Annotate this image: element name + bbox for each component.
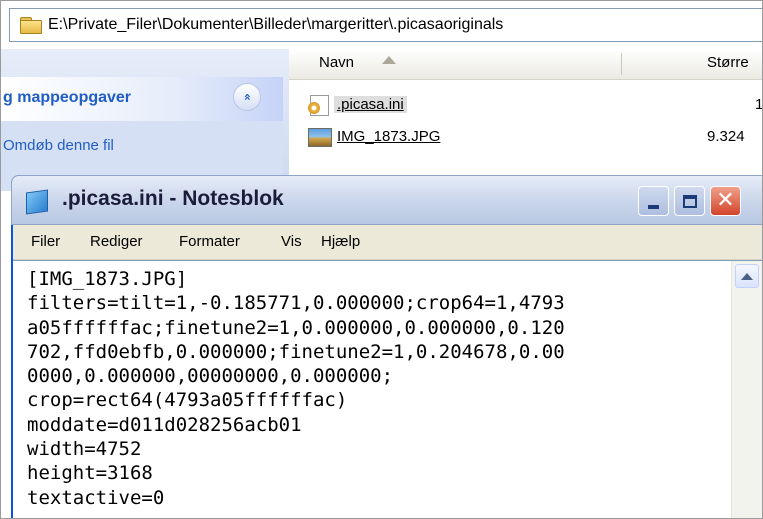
jpeg-image-icon (307, 126, 332, 148)
column-header: Navn Større (289, 49, 762, 80)
close-icon: ✕ (716, 188, 735, 213)
address-path[interactable]: E:\Private_Filer\Dokumenter\Billeder\mar… (48, 16, 503, 34)
maximize-icon (682, 194, 697, 208)
menu-help[interactable]: Hjælp (321, 233, 360, 250)
column-divider[interactable] (621, 53, 622, 75)
screenshot-frame: E:\Private_Filer\Dokumenter\Billeder\mar… (0, 0, 763, 519)
collapse-chevron-icon[interactable]: » (233, 83, 261, 111)
ini-settings-icon (307, 94, 331, 116)
editor-content[interactable]: [IMG_1873.JPG] filters=tilt=1,-0.185771,… (27, 267, 727, 510)
rename-file-link[interactable]: Omdøb denne fil (3, 137, 114, 154)
menu-format[interactable]: Formater (179, 233, 240, 250)
menu-file[interactable]: Filer (31, 233, 60, 250)
vertical-scrollbar[interactable] (731, 261, 762, 518)
file-size: 9.324 (707, 128, 745, 145)
file-row[interactable]: IMG_1873.JPG 9.324 (289, 123, 762, 151)
close-button[interactable]: ✕ (710, 186, 741, 216)
scroll-up-button[interactable] (735, 264, 759, 288)
column-size-header[interactable]: Større (707, 54, 749, 71)
notepad-title-bar[interactable]: .picasa.ini - Notesblok ✕ (11, 175, 762, 225)
menu-bar: Filer Rediger Formater Vis Hjælp (13, 225, 762, 260)
file-row[interactable]: .picasa.ini 1 (289, 91, 763, 119)
folder-icon (20, 17, 42, 34)
column-name-header[interactable]: Navn (319, 54, 354, 71)
menu-edit[interactable]: Rediger (90, 233, 143, 250)
task-pane-title[interactable]: g mappeopgaver (3, 89, 131, 107)
arrow-up-icon (741, 272, 753, 280)
file-size: 1 (755, 96, 763, 113)
file-name[interactable]: .picasa.ini (334, 96, 407, 113)
minimize-icon (648, 205, 659, 209)
address-bar[interactable]: E:\Private_Filer\Dokumenter\Billeder\mar… (9, 8, 762, 42)
maximize-button[interactable] (674, 186, 705, 216)
minimize-button[interactable] (638, 186, 669, 216)
window-title: .picasa.ini - Notesblok (62, 187, 284, 210)
notepad-app-icon[interactable] (26, 189, 48, 215)
file-name[interactable]: IMG_1873.JPG (337, 128, 440, 145)
sort-ascending-icon (382, 56, 396, 64)
menu-view[interactable]: Vis (281, 233, 302, 250)
text-editor-area[interactable]: [IMG_1873.JPG] filters=tilt=1,-0.185771,… (13, 260, 762, 518)
task-pane: g mappeopgaver » Omdøb denne fil (1, 49, 289, 191)
notepad-window: .picasa.ini - Notesblok ✕ Filer Rediger … (11, 175, 762, 518)
file-list: Navn Større .picasa.ini 1 IMG_1873.JPG 9… (289, 49, 763, 189)
